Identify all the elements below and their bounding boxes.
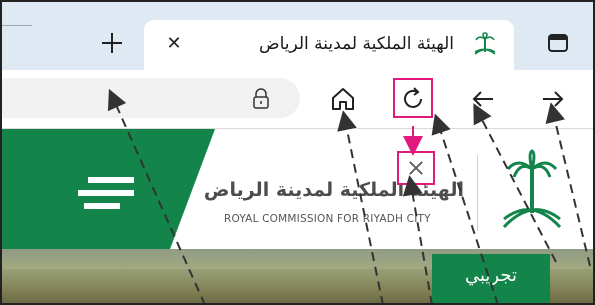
- brand-divider: [477, 155, 478, 231]
- cta-button[interactable]: تجريبي: [432, 254, 550, 305]
- close-banner-button[interactable]: [397, 151, 435, 185]
- brand-name-english: ROYAL COMMISSION FOR RIYADH CITY: [224, 213, 431, 225]
- tab-strip: ✕ الهيئة الملكية لمدينة الرياض: [0, 0, 595, 70]
- tab-title: الهيئة الملكية لمدينة الرياض: [259, 34, 454, 54]
- reload-icon[interactable]: [398, 84, 428, 114]
- browser-toolbar: [0, 70, 595, 129]
- lock-icon[interactable]: [251, 88, 271, 110]
- home-icon[interactable]: [328, 84, 358, 114]
- forward-arrow-icon[interactable]: [538, 84, 568, 114]
- sidebar-icon[interactable]: [546, 31, 570, 55]
- browser-tab[interactable]: ✕ الهيئة الملكية لمدينة الرياض: [144, 20, 514, 70]
- tab-close-icon[interactable]: ✕: [162, 32, 186, 56]
- new-tab-plus-icon[interactable]: [97, 28, 127, 58]
- address-bar[interactable]: [0, 78, 300, 118]
- palm-swords-favicon-icon: [474, 32, 496, 55]
- hamburger-menu-icon[interactable]: [78, 173, 138, 213]
- palm-swords-emblem-icon: [502, 149, 562, 229]
- back-arrow-icon[interactable]: [468, 84, 498, 114]
- tab-strip-edge: [0, 25, 32, 26]
- close-icon: [409, 161, 423, 175]
